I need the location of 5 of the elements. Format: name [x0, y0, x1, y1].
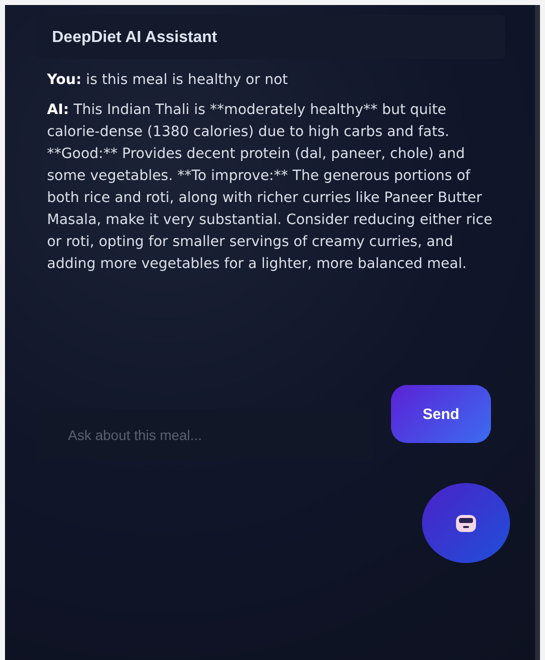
send-button[interactable]: Send: [391, 385, 491, 443]
chat-title: DeepDiet AI Assistant: [52, 29, 218, 46]
chat-message: You: is this meal is healthy or not: [47, 71, 289, 90]
chat-message: AI: This Indian Thali is **moderately healthy** but quite calorie-dense (1380 calories) due to high carbs and fats. **Good:** Provides decent protein (dal, paneer, chole) and some vegetables. **To improve:** The generous portions of both rice and roti, along with richer curries like Paneer Butter Masala, make it very substantial. Consider reducing either rice or roti, opting for smaller servings of creamy curries, and adding more vegetables for a lighter, more balanced meal.: [47, 101, 494, 274]
robot-icon: [454, 512, 478, 534]
